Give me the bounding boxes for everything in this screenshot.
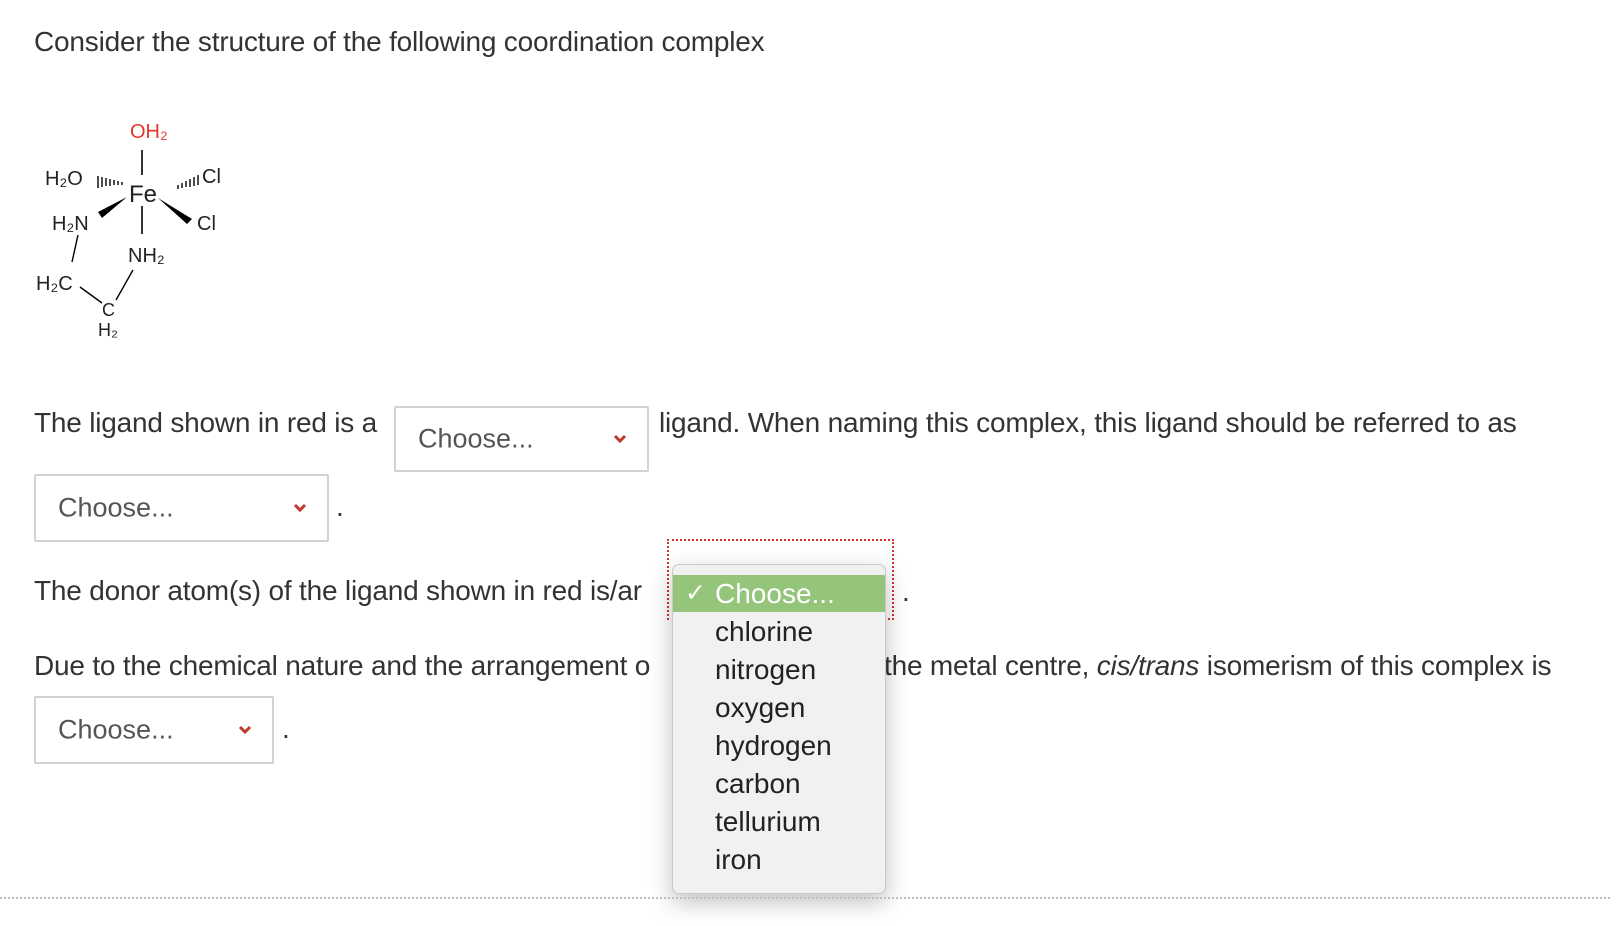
donor-atoms-dropdown-menu[interactable]: ✓ Choose... chlorine nitrogen oxygen hyd… — [672, 564, 886, 894]
intro-text: Consider the structure of the following … — [34, 26, 765, 57]
c-label: C — [102, 300, 115, 320]
line3-period: . — [902, 576, 910, 607]
select-value: Choose... — [58, 492, 174, 523]
select-value: Choose... — [58, 714, 174, 745]
line1-after-text: ligand. When naming this complex, this l… — [659, 407, 1517, 438]
line1-before-text: The ligand shown in red is a — [34, 407, 378, 438]
chevron-down-icon — [293, 503, 307, 513]
checkmark-icon: ✓ — [685, 579, 706, 607]
line4-plain1: the metal centre, — [884, 650, 1090, 681]
line4-plain2: isomerism of this complex is — [1206, 650, 1552, 681]
dropdown-option-iron[interactable]: iron — [673, 841, 885, 878]
line3-before-text: The donor atom(s) of the ligand shown in… — [34, 575, 642, 606]
dropdown-option-hydrogen[interactable]: hydrogen — [673, 727, 885, 764]
oh2-label: OH₂ — [130, 121, 168, 143]
h2n-label: H₂N — [52, 213, 89, 235]
dropdown-option-carbon[interactable]: carbon — [673, 765, 885, 802]
nh2-label: NH₂ — [128, 245, 165, 267]
dropdown-option-chlorine[interactable]: chlorine — [673, 613, 885, 650]
h2o-label: H₂O — [45, 168, 83, 190]
line5-period: . — [282, 713, 290, 744]
select-value: Choose... — [418, 423, 534, 454]
cl-upper-label: Cl — [202, 166, 221, 188]
section-divider — [0, 897, 1610, 899]
ligand-name-select[interactable]: Choose... — [34, 474, 329, 542]
coordination-complex-structure: OH₂ H₂O Fe Cl Cl H₂N NH₂ H₂C C H₂ — [36, 121, 221, 340]
h2-label: H₂ — [98, 320, 118, 340]
dropdown-option-choose[interactable]: ✓ Choose... — [673, 575, 885, 612]
dropdown-option-tellurium[interactable]: tellurium — [673, 803, 885, 840]
line4-after-text: the metal centre, cis/trans isomerism of… — [884, 650, 1551, 682]
cis-trans-italic: cis/trans — [1096, 650, 1200, 681]
isomerism-select[interactable]: Choose... — [34, 696, 274, 764]
chevron-down-icon — [238, 725, 252, 735]
line4-before-text: Due to the chemical nature and the arran… — [34, 650, 651, 681]
fe-label: Fe — [129, 181, 157, 208]
chevron-down-icon — [613, 434, 627, 444]
dropdown-option-oxygen[interactable]: oxygen — [673, 689, 885, 726]
ligand-type-select[interactable]: Choose... — [394, 406, 649, 472]
line2-period: . — [336, 491, 344, 522]
cl-right-label: Cl — [197, 213, 216, 235]
h2c-label: H₂C — [36, 273, 73, 295]
dropdown-option-nitrogen[interactable]: nitrogen — [673, 651, 885, 688]
